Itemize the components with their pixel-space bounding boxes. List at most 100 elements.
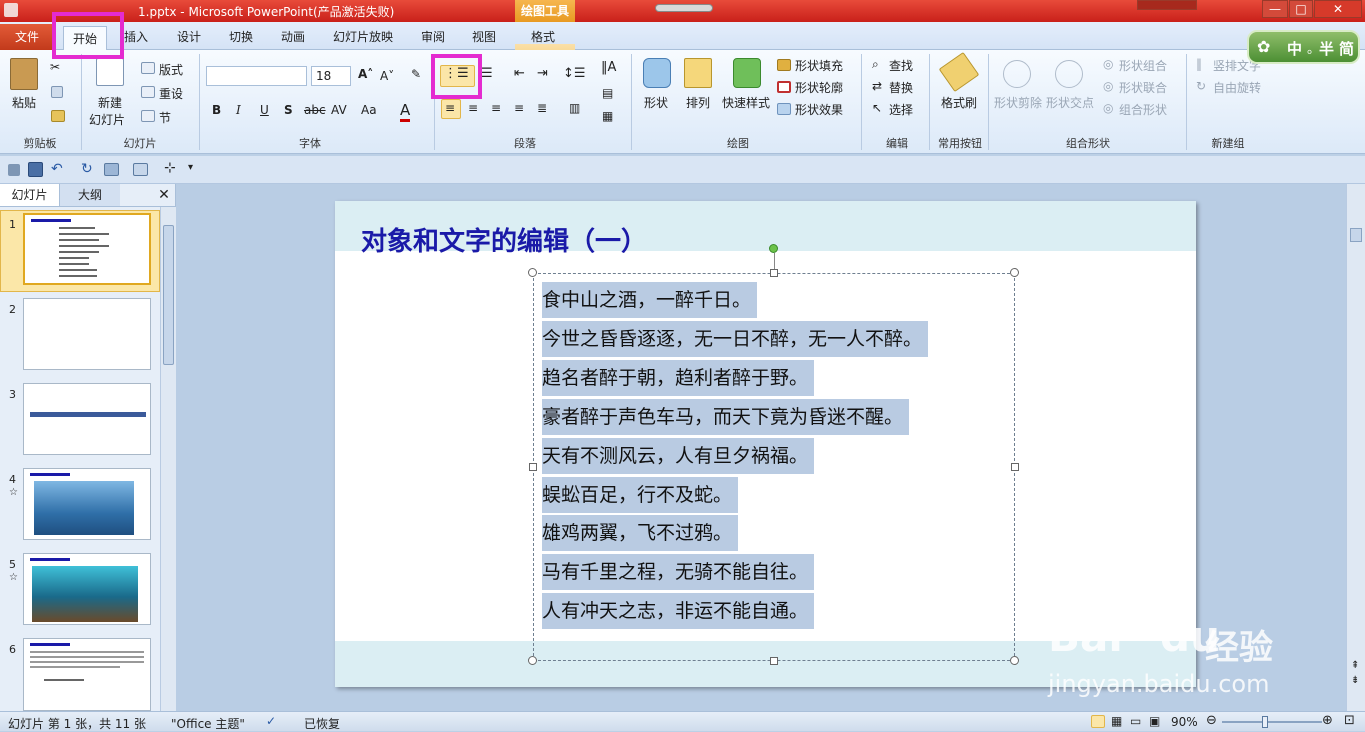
canvas-scrollbar[interactable]: ⇞ ⇟ [1346, 184, 1365, 711]
shape-outline-button[interactable]: 形状轮廓 [795, 79, 843, 96]
close-button[interactable]: ✕ [1314, 0, 1362, 18]
numbering-icon[interactable]: ☰ [481, 66, 493, 81]
cut-icon[interactable]: ✂ [50, 60, 60, 74]
columns-icon[interactable]: ▥ [569, 101, 580, 115]
powerpoint-icon[interactable] [4, 3, 18, 17]
new-slide-icon[interactable] [96, 58, 124, 86]
replace-button[interactable]: 替换 [889, 79, 913, 96]
resize-handle-e[interactable] [1011, 463, 1019, 471]
shape-combine-button[interactable]: 形状组合 [1119, 57, 1167, 74]
resize-handle-n[interactable] [770, 269, 778, 277]
text-line[interactable]: 豪者醉于声色车马，而天下竟为昏迷不醒。 [542, 399, 910, 435]
text-line[interactable]: 蜈蚣百足，行不及蛇。 [542, 477, 739, 513]
shape-union-button[interactable]: 形状联合 [1119, 79, 1167, 96]
slideshow-view-icon[interactable]: ▣ [1149, 714, 1160, 728]
paste-button[interactable]: 粘贴 [12, 94, 36, 111]
shadow-button[interactable]: S [284, 103, 293, 117]
new-slide-label-2[interactable]: 幻灯片 [89, 111, 125, 128]
smartart-icon[interactable]: ▦ [602, 109, 613, 123]
shrink-font-icon[interactable]: A˅ [380, 69, 394, 83]
print-preview-icon[interactable] [104, 163, 119, 176]
resize-handle-s[interactable] [770, 657, 778, 665]
format-painter-small-icon[interactable] [51, 110, 65, 122]
normal-view-icon[interactable] [1091, 715, 1105, 728]
text-line[interactable]: 天有不测风云，人有旦夕祸福。 [542, 438, 815, 474]
shape-intersect-icon[interactable] [1055, 60, 1083, 88]
reading-view-icon[interactable]: ▭ [1130, 714, 1141, 728]
panel-scrollbar[interactable] [160, 207, 176, 711]
slide-thumbnail-6[interactable] [23, 638, 151, 711]
next-slide-icon[interactable]: ⇟ [1351, 675, 1359, 686]
close-panel-icon[interactable]: ✕ [155, 184, 173, 206]
paint-icon[interactable] [133, 163, 148, 176]
zoom-in-icon[interactable]: ⊕ [1322, 713, 1333, 728]
sorter-view-icon[interactable]: ▦ [1111, 714, 1122, 728]
crop-icon[interactable]: ⊹ [164, 160, 176, 176]
tab-insert[interactable]: 插入 [124, 28, 148, 45]
resize-handle-ne[interactable] [1010, 268, 1019, 277]
quick-styles-icon[interactable] [733, 58, 761, 88]
zoom-slider-thumb[interactable] [1262, 716, 1268, 728]
zoom-level[interactable]: 90% [1171, 715, 1198, 729]
font-size-combo[interactable]: 18 [311, 66, 351, 86]
reset-button[interactable]: 重设 [159, 85, 183, 102]
find-button[interactable]: 查找 [889, 57, 913, 74]
redo-icon[interactable]: ↻ [81, 161, 93, 177]
shape-intersect-button[interactable]: 形状交点 [1046, 94, 1094, 111]
minimize-button[interactable]: — [1262, 0, 1288, 18]
panel-scroll-thumb[interactable] [163, 225, 174, 365]
slide-thumbnail-1[interactable] [23, 213, 151, 285]
tab-review[interactable]: 审阅 [421, 28, 445, 45]
ime-width[interactable]: 半 [1319, 38, 1334, 59]
text-line[interactable]: 马有千里之程，无骑不能自往。 [542, 554, 815, 590]
resize-handle-nw[interactable] [528, 268, 537, 277]
ime-lang[interactable]: 中 [1287, 38, 1302, 59]
slide-thumbnail-5[interactable] [23, 553, 151, 625]
tab-transitions[interactable]: 切换 [229, 28, 253, 45]
slide-thumbnail-4[interactable] [23, 468, 151, 540]
ime-toolbar[interactable]: ✿ 中 。 半 简 [1247, 30, 1360, 64]
tab-slides-panel[interactable]: 幻灯片 [0, 184, 60, 206]
ime-simplified[interactable]: 简 [1339, 38, 1354, 59]
paste-icon[interactable] [10, 58, 38, 90]
font-name-combo[interactable] [206, 66, 307, 86]
change-case-icon[interactable]: Aa [361, 103, 377, 117]
canvas-scroll-thumb[interactable] [1350, 228, 1362, 242]
zoom-out-icon[interactable]: ⊖ [1206, 713, 1217, 728]
tab-outline[interactable]: 大纲 [60, 184, 120, 206]
resize-handle-sw[interactable] [528, 656, 537, 665]
justify-icon[interactable]: ≡ [514, 101, 524, 115]
free-rotate-button[interactable]: 自由旋转 [1213, 79, 1261, 96]
tab-design[interactable]: 设计 [177, 28, 201, 45]
text-line[interactable]: 食中山之酒，一醉千日。 [542, 282, 758, 318]
shape-effects-button[interactable]: 形状效果 [795, 101, 843, 118]
align-text-icon[interactable]: ▤ [602, 86, 613, 100]
italic-button[interactable]: I [236, 103, 241, 117]
text-line[interactable]: 趋名者醉于朝，趋利者醉于野。 [542, 360, 815, 396]
bold-button[interactable]: B [212, 103, 221, 117]
tab-slideshow[interactable]: 幻灯片放映 [333, 28, 393, 45]
align-center-icon[interactable]: ≡ [468, 101, 478, 115]
theme-status[interactable]: "Office 主题" [171, 715, 245, 732]
slide-thumbnail-2[interactable] [23, 298, 151, 370]
tab-format[interactable]: 格式 [531, 28, 555, 45]
underline-button[interactable]: U [260, 103, 269, 117]
prev-slide-icon[interactable]: ⇞ [1351, 660, 1359, 671]
format-painter-button[interactable]: 格式刷 [941, 94, 977, 111]
decrease-indent-icon[interactable]: ⇤ [514, 66, 525, 81]
font-color-icon[interactable]: A [400, 101, 411, 122]
text-line[interactable]: 人有冲天之志，非运不能自通。 [542, 593, 815, 629]
new-slide-label-1[interactable]: 新建 [98, 94, 122, 111]
clear-format-icon[interactable]: ✎ [411, 67, 421, 81]
arrange-icon[interactable] [684, 58, 712, 88]
section-button[interactable]: 节 [159, 109, 171, 126]
char-spacing-icon[interactable]: AV [331, 103, 347, 117]
shape-fill-button[interactable]: 形状填充 [795, 57, 843, 74]
resize-handle-w[interactable] [529, 463, 537, 471]
copy-icon[interactable] [51, 86, 63, 98]
tab-view[interactable]: 视图 [472, 28, 496, 45]
slide-thumbnail-3[interactable] [23, 383, 151, 455]
rotate-handle[interactable] [769, 244, 778, 253]
strike-button[interactable]: abc [304, 103, 326, 117]
grow-font-icon[interactable]: A˄ [358, 67, 373, 81]
